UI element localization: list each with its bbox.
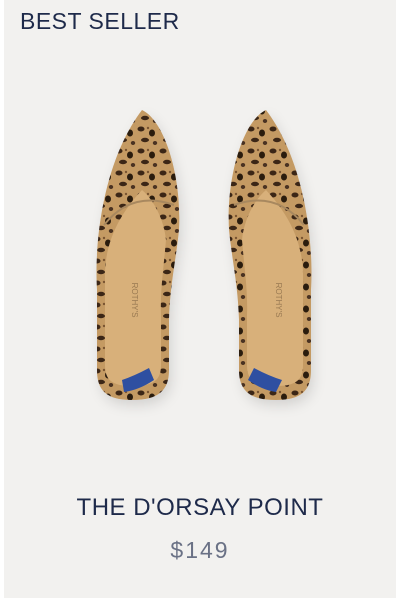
- svg-text:ROTHY'S: ROTHY'S: [130, 283, 139, 318]
- left-shoe: ROTHY'S: [96, 110, 180, 400]
- product-price: $149: [170, 537, 230, 563]
- product-card[interactable]: BEST SELLER ROTHY'S ROTHY'S THE D'ORSAY …: [4, 0, 396, 598]
- svg-text:ROTHY'S: ROTHY'S: [274, 283, 283, 318]
- product-name[interactable]: THE D'ORSAY POINT: [4, 494, 396, 522]
- best-seller-badge: BEST SELLER: [20, 8, 180, 34]
- right-shoe: ROTHY'S: [228, 110, 312, 400]
- product-image[interactable]: ROTHY'S ROTHY'S: [4, 80, 396, 430]
